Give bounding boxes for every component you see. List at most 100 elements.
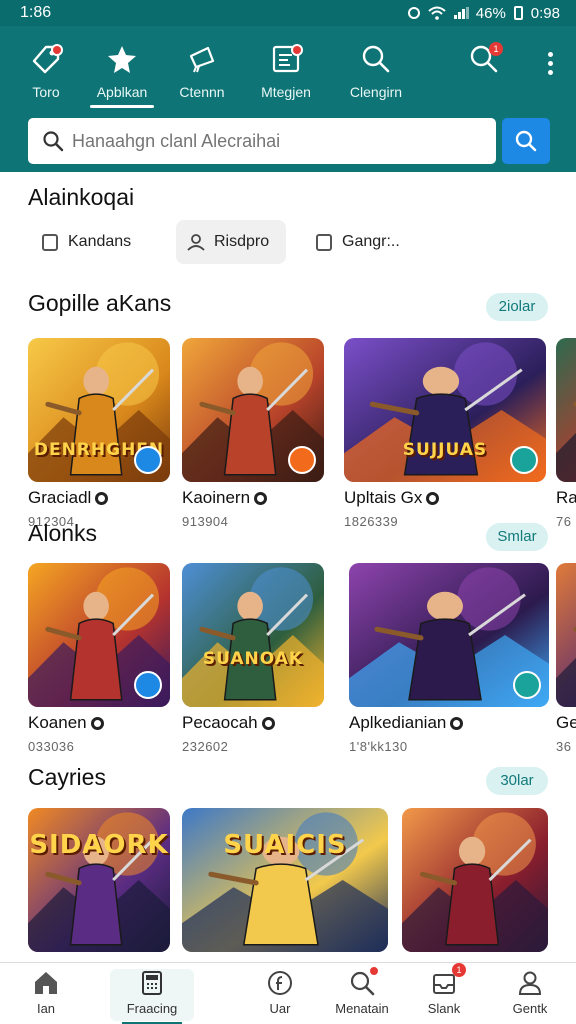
app-thumbnail[interactable]: DENRHGHEN	[28, 338, 170, 482]
status-icons: 46% 0:98	[407, 4, 560, 22]
top-nav-item-toro[interactable]: Toro	[6, 38, 86, 104]
overflow-menu-icon[interactable]	[548, 52, 554, 76]
top-nav-item-apblkan[interactable]: Apblkan	[82, 38, 162, 108]
app-thumbnail[interactable]: SIDAORK	[28, 808, 170, 952]
app-thumbnail[interactable]	[349, 563, 549, 707]
alarm-icon	[407, 7, 420, 19]
bottom-nav-item-uar[interactable]: Uar	[240, 969, 320, 1016]
game-artwork-icon	[556, 338, 576, 482]
app-card[interactable]: SUJJUAS Upltais Gx 1826339	[344, 338, 546, 529]
filter-chip-label: Kandans	[68, 233, 132, 250]
app-card-title-row: Upltais Gx	[344, 488, 546, 508]
notification-badge: 1	[452, 963, 466, 977]
app-card-title-row: Aplkedianian	[349, 713, 549, 733]
gear-icon	[426, 491, 440, 505]
top-nav-item-clengirn[interactable]: Clengirn	[336, 38, 416, 104]
app-card-title: Ge	[556, 713, 576, 732]
filter-chip-label: Risdpro	[214, 233, 270, 250]
app-card-count: 36	[556, 739, 572, 754]
signal-icon	[453, 7, 469, 19]
app-card-count: 033036	[28, 739, 75, 754]
app-thumbnail[interactable]	[556, 338, 576, 482]
bottom-nav-label: Menatain	[335, 1001, 389, 1016]
section-title: Alonks	[28, 520, 98, 546]
app-card-count: 913904	[182, 514, 229, 529]
bottom-nav-item-home[interactable]: Ian	[6, 969, 86, 1016]
app-card[interactable]: SIDAORK	[28, 808, 170, 952]
gear-icon	[95, 491, 109, 505]
app-card[interactable]: SUANOAK Pecaocah 232602	[182, 563, 324, 754]
filters-title: Alainkoqai	[28, 184, 135, 210]
bottom-nav-item-slank[interactable]: 1 Slank	[404, 963, 484, 1016]
top-nav-label: Apblkan	[96, 84, 148, 100]
app-card-title: Koanen	[28, 713, 87, 732]
top-nav-label: Mtegjen	[261, 84, 311, 100]
filter-chip-label: Gangr:..	[342, 233, 400, 250]
bottom-nav-label: Uar	[269, 1001, 291, 1016]
artwork-title: SUANOAK	[202, 649, 304, 669]
search-field[interactable]	[28, 118, 496, 164]
app-card-title-row: Pecaocah	[182, 713, 324, 733]
bottom-nav-item-menatain[interactable]: Menatain	[322, 965, 402, 1016]
app-card-title-row: Ra	[556, 488, 576, 508]
see-more-button[interactable]: 30lar	[486, 767, 548, 795]
top-nav-item-ctennn[interactable]: Ctennn	[162, 38, 242, 104]
top-nav-label: Clengirn	[349, 84, 403, 100]
bottom-nav-label: Fraacing	[126, 1001, 178, 1016]
app-thumbnail[interactable]	[182, 338, 324, 482]
bottom-nav-item-fraacing[interactable]: Fraacing	[110, 969, 194, 1024]
app-card[interactable]	[402, 808, 548, 952]
see-more-button[interactable]: Smlar	[486, 523, 548, 551]
star-icon	[105, 42, 139, 76]
top-nav-label: Toro	[32, 84, 60, 100]
app-thumbnail[interactable]: SUJJUAS	[344, 338, 546, 482]
app-card[interactable]: Kaoinern 913904	[182, 338, 324, 529]
app-card-count: 232602	[182, 739, 229, 754]
notification-dot	[51, 44, 63, 56]
app-card[interactable]: Ge 36	[556, 563, 576, 754]
app-card[interactable]: SUAICIS	[182, 808, 388, 952]
top-nav-item-mtegjen[interactable]: Mtegjen	[246, 38, 326, 104]
wifi-icon	[428, 6, 446, 20]
section-row: DENRHGHEN Graciadl 912304 Kaoinern 913904 SUJ…	[28, 338, 576, 538]
app-card[interactable]: DENRHGHEN Graciadl 912304	[28, 338, 170, 529]
app-thumbnail[interactable]: SUAICIS	[182, 808, 388, 952]
search-submit-button[interactable]	[502, 118, 550, 164]
app-card[interactable]: Aplkedianian 1'8'kk130	[349, 563, 549, 754]
notification-dot	[291, 44, 303, 56]
app-card-title-row: Koanen	[28, 713, 170, 733]
search-input[interactable]	[72, 130, 472, 152]
home-icon	[32, 969, 60, 997]
tray-icon: 1	[430, 963, 466, 997]
see-more-button[interactable]: 2iolar	[486, 293, 548, 321]
checkbox-icon	[42, 233, 58, 251]
app-root: 1:86 46% 0:98 Toro Apblkan Ctennn Mtegje…	[0, 0, 576, 1024]
top-nav-search-button[interactable]: 1	[444, 38, 524, 104]
app-thumbnail[interactable]	[28, 563, 170, 707]
bottom-nav-item-gentk[interactable]: Gentk	[490, 969, 570, 1016]
bottom-nav-label: Ian	[36, 1001, 56, 1016]
filter-chip-selected[interactable]: Risdpro	[176, 220, 286, 264]
game-artwork-icon	[402, 808, 548, 952]
app-thumbnail[interactable]	[556, 563, 576, 707]
app-card-count: 1'8'kk130	[349, 739, 408, 754]
app-card[interactable]: Koanen 033036	[28, 563, 170, 754]
app-card-title-row: Kaoinern	[182, 488, 324, 508]
section-title: Gopille aKans	[28, 290, 172, 316]
top-nav-label: Ctennn	[179, 84, 225, 100]
filter-chip[interactable]: Kandans	[32, 220, 141, 264]
status-clock: 0:98	[530, 4, 560, 22]
checkbox-icon	[316, 233, 332, 251]
app-header: 1:86 46% 0:98 Toro Apblkan Ctennn Mtegje…	[0, 0, 576, 172]
search-icon	[43, 131, 64, 152]
notification-dot	[368, 965, 380, 977]
app-card[interactable]: Ra 76	[556, 338, 576, 529]
tag-icon	[29, 42, 63, 76]
battery-icon	[513, 6, 523, 20]
bottom-nav-label: Gentk	[512, 1001, 548, 1016]
filter-chip[interactable]: Gangr:..	[306, 220, 410, 264]
app-card-title: Ra	[556, 488, 576, 507]
app-card-title: Upltais Gx	[344, 488, 423, 507]
app-thumbnail[interactable]: SUANOAK	[182, 563, 324, 707]
app-thumbnail[interactable]	[402, 808, 548, 952]
